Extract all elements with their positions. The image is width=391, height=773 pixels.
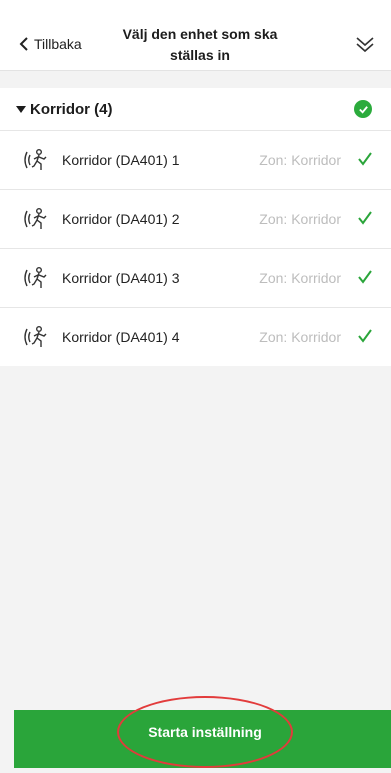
check-circle-icon [354,100,372,118]
device-zone: Zon: Korridor [259,211,341,227]
device-zone: Zon: Korridor [259,329,341,345]
motion-sensor-icon [24,149,47,170]
start-setup-button[interactable]: Starta inställning [117,696,293,768]
motion-sensor-icon [24,326,47,347]
device-zone: Zon: Korridor [259,152,341,168]
checkmark-icon [358,152,372,166]
checkmark-icon [358,211,372,225]
back-label: Tillbaka [34,36,82,52]
page-title: Välj den enhet som ska ställas in [122,26,278,63]
motion-sensor-icon [24,208,47,229]
start-setup-label: Starta inställning [148,724,262,740]
device-row-2[interactable]: Korridor (DA401) 2 Zon: Korridor [0,190,391,249]
device-list: Korridor (DA401) 1 Zon: Korridor Korrido… [0,131,391,366]
device-name: Korridor (DA401) 3 [62,270,180,286]
device-name: Korridor (DA401) 1 [62,152,180,168]
group-label: Korridor (4) [30,100,113,118]
chevron-left-icon [19,37,28,51]
checkmark-icon [358,270,372,284]
device-row-3[interactable]: Korridor (DA401) 3 Zon: Korridor [0,249,391,308]
group-header-korridor[interactable]: Korridor (4) [0,88,391,131]
device-row-4[interactable]: Korridor (DA401) 4 Zon: Korridor [0,308,391,366]
back-button[interactable]: Tillbaka [18,36,82,52]
motion-sensor-icon [24,267,47,288]
device-name: Korridor (DA401) 4 [62,329,180,345]
header-bar: Tillbaka Välj den enhet som ska ställas … [0,0,391,71]
device-zone: Zon: Korridor [259,270,341,286]
device-name: Korridor (DA401) 2 [62,211,180,227]
checkmark-icon [358,329,372,343]
caret-down-icon [16,106,26,113]
device-row-1[interactable]: Korridor (DA401) 1 Zon: Korridor [0,131,391,190]
double-chevron-down-icon[interactable] [353,32,377,56]
